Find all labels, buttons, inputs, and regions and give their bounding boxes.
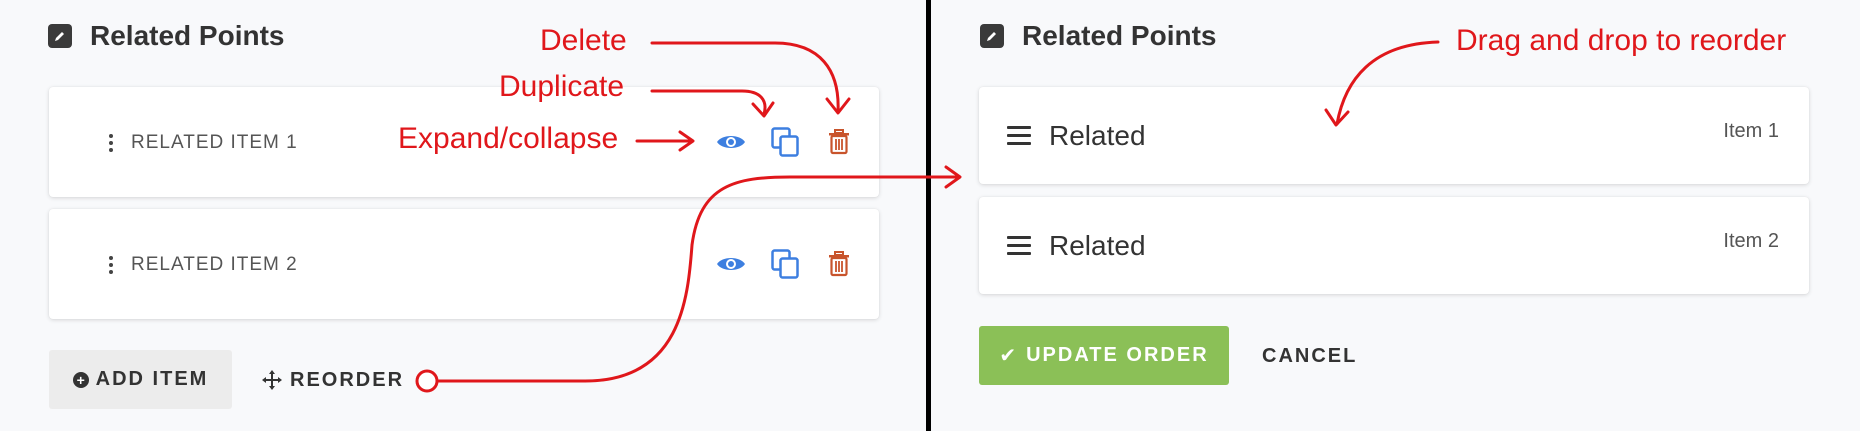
item-label: RELATED ITEM 1 xyxy=(131,132,298,153)
item-actions xyxy=(713,246,857,282)
panel-divider xyxy=(926,0,931,431)
annotation-expand-collapse: Expand/collapse xyxy=(398,122,619,155)
plus-circle-icon: + xyxy=(72,371,89,388)
item-label: Related xyxy=(1049,120,1146,151)
section-title-text: Related Points xyxy=(90,20,285,51)
add-item-button[interactable]: + ADD ITEM xyxy=(49,350,232,409)
edit-icon xyxy=(48,24,72,48)
cancel-button[interactable]: CANCEL xyxy=(1262,338,1357,374)
item-label: Related xyxy=(1049,230,1146,261)
eye-icon[interactable] xyxy=(713,246,749,282)
trash-icon[interactable] xyxy=(821,246,857,282)
hamburger-icon[interactable] xyxy=(1007,126,1031,146)
section-title: Related Points xyxy=(48,20,284,52)
move-icon xyxy=(262,370,282,390)
kebab-icon[interactable] xyxy=(109,134,113,152)
right-panel: Related Points Related Item 1 Related It… xyxy=(932,0,1860,431)
copy-icon[interactable] xyxy=(767,246,803,282)
trash-icon[interactable] xyxy=(821,124,857,160)
draggable-item[interactable]: Related Item 1 xyxy=(979,87,1809,184)
kebab-icon[interactable] xyxy=(109,256,113,274)
edit-icon xyxy=(980,24,1004,48)
item-label: RELATED ITEM 2 xyxy=(131,254,298,275)
add-item-label: ADD ITEM xyxy=(95,368,209,390)
draggable-item[interactable]: Related Item 2 xyxy=(979,197,1809,294)
item-sublabel: Item 1 xyxy=(1723,120,1779,142)
eye-icon[interactable] xyxy=(713,124,749,160)
copy-icon[interactable] xyxy=(767,124,803,160)
left-panel: Related Points RELATED ITEM 1 RELATED IT… xyxy=(0,0,926,431)
reorder-button[interactable]: REORDER xyxy=(262,362,404,398)
annotation-delete: Delete xyxy=(540,24,627,57)
item-sublabel: Item 2 xyxy=(1723,230,1779,252)
update-order-button[interactable]: ✔ UPDATE ORDER xyxy=(979,326,1229,385)
section-title-text: Related Points xyxy=(1022,20,1217,51)
update-order-label: UPDATE ORDER xyxy=(1026,344,1209,366)
annotation-drag-drop: Drag and drop to reorder xyxy=(1456,24,1787,57)
section-title: Related Points xyxy=(980,20,1216,52)
list-item: RELATED ITEM 2 xyxy=(49,209,879,319)
item-actions xyxy=(713,124,857,160)
reorder-label: REORDER xyxy=(290,368,405,391)
check-icon: ✔ xyxy=(999,345,1019,367)
hamburger-icon[interactable] xyxy=(1007,236,1031,256)
annotation-duplicate: Duplicate xyxy=(499,70,625,103)
cancel-label: CANCEL xyxy=(1262,344,1358,367)
